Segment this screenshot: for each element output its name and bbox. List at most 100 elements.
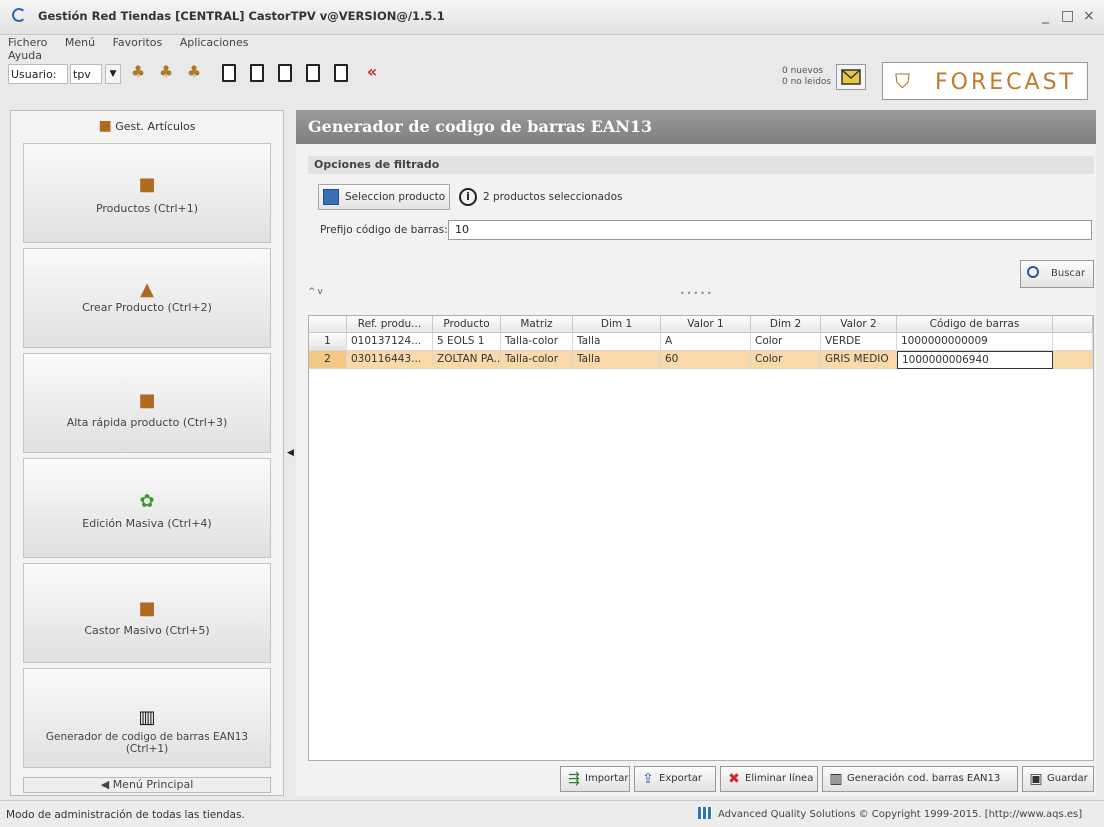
edicion-masiva-button[interactable]: ✿ Edición Masiva (Ctrl+4)	[23, 458, 271, 558]
alta-rapida-button[interactable]: ■ Alta rápida producto (Ctrl+3)	[23, 353, 271, 453]
box-icon: ■	[138, 598, 156, 619]
table-cell-focused[interactable]: 1000000006940	[897, 351, 1053, 369]
table-cell[interactable]: Color	[751, 351, 821, 369]
table-header[interactable]: Producto	[433, 316, 501, 333]
search-button[interactable]: Buscar	[1020, 260, 1094, 288]
barcode-table: Ref. produ... Producto Matriz Dim 1 Valo…	[308, 315, 1094, 761]
messages-counter: 0 nuevos 0 no leidos	[782, 66, 831, 88]
table-cell[interactable]: Talla	[573, 351, 661, 369]
table-cell[interactable]: 010137124...	[347, 333, 433, 351]
selected-info: 2 productos seleccionados	[483, 191, 623, 203]
menu-menu[interactable]: Menú	[65, 36, 95, 49]
prefix-label: Prefijo código de barras:	[320, 224, 448, 236]
table-cell[interactable]: 60	[661, 351, 751, 369]
delete-icon: ✖	[728, 771, 740, 787]
create-product-icon: ▲	[140, 279, 154, 300]
crear-producto-button[interactable]: ▲ Crear Producto (Ctrl+2)	[23, 248, 271, 348]
back-arrows-icon[interactable]: «	[362, 62, 382, 82]
minimize-button[interactable]: _	[1042, 8, 1049, 24]
shield-icon: ⛉	[895, 69, 910, 93]
castor-masivo-button[interactable]: ■ Castor Masivo (Ctrl+5)	[23, 563, 271, 663]
generador-codigo-button-label: Generador de codigo de barras EAN13 (Ctr…	[45, 731, 249, 755]
main-panel: Generador de codigo de barras EAN13 Opci…	[296, 110, 1096, 796]
menu-bar: Fichero Menú Favoritos Aplicaciones Ayud…	[0, 36, 300, 62]
toolbar: Usuario: tpv ▼ ♣ ♣ ♣ « 0 nuevos 0 no lei…	[0, 54, 1104, 106]
table-cell[interactable]: GRIS MEDIO	[821, 351, 897, 369]
splitter-handle-icon[interactable]: •••••	[680, 289, 714, 298]
messages-unread: 0 no leidos	[782, 77, 832, 87]
left-panel-title-text: Gest. Artículos	[115, 120, 196, 133]
forecast-brand: ⛉ FORECAST	[882, 62, 1088, 100]
table-cell[interactable]: Talla-color	[501, 351, 573, 369]
generate-barcodes-button[interactable]: ▥ Generación cod. barras EAN13	[822, 766, 1018, 792]
table-cell[interactable]: VERDE	[821, 333, 897, 351]
crear-producto-button-label: Crear Producto (Ctrl+2)	[82, 301, 212, 314]
document-icon[interactable]	[306, 64, 320, 82]
table-cell[interactable]: Talla-color	[501, 333, 573, 351]
import-button[interactable]: ⇶ Importar	[560, 766, 630, 792]
row-header[interactable]: 2	[309, 351, 347, 369]
table-header[interactable]: Matriz	[501, 316, 573, 333]
user-label: Usuario:	[8, 64, 68, 84]
menu-aplicaciones[interactable]: Aplicaciones	[180, 36, 249, 49]
delete-line-button-label: Eliminar línea	[745, 773, 814, 784]
menu-favoritos[interactable]: Favoritos	[113, 36, 163, 49]
table-cell[interactable]: A	[661, 333, 751, 351]
export-button[interactable]: ⇪ Exportar	[634, 766, 716, 792]
collapse-panel-arrow-icon[interactable]: ◀	[287, 448, 294, 458]
save-button[interactable]: ▣ Guardar	[1022, 766, 1094, 792]
mail-button[interactable]	[836, 64, 866, 90]
document-icon[interactable]	[250, 64, 264, 82]
table-cell[interactable]: 5 EOLS 1	[433, 333, 501, 351]
barcode-icon: ▥	[138, 707, 156, 728]
barcode-icon: ▥	[829, 771, 843, 787]
box-icon: ■	[138, 174, 156, 195]
maximize-button[interactable]: □	[1061, 8, 1074, 24]
edicion-masiva-button-label: Edición Masiva (Ctrl+4)	[82, 517, 212, 530]
main-menu-button[interactable]: ◀ Menú Principal	[23, 777, 271, 793]
menu-fichero[interactable]: Fichero	[8, 36, 47, 49]
table-cell[interactable]: 1000000000009	[897, 333, 1053, 351]
import-button-label: Importar	[585, 773, 629, 784]
status-mode-text: Modo de administración de todas las tien…	[6, 809, 245, 821]
search-icon	[1027, 266, 1039, 278]
select-product-icon	[323, 189, 339, 205]
table-header[interactable]: Código de barras	[897, 316, 1053, 333]
table-header[interactable]: Valor 2	[821, 316, 897, 333]
copyright-text: Advanced Quality Solutions © Copyright 1…	[718, 809, 1083, 820]
select-product-button[interactable]: Seleccion producto	[318, 184, 450, 210]
generador-codigo-button[interactable]: ▥ Generador de codigo de barras EAN13 (C…	[23, 668, 271, 768]
row-header[interactable]: 1	[309, 333, 347, 351]
prefix-input[interactable]: 10	[448, 220, 1092, 240]
castor-masivo-button-label: Castor Masivo (Ctrl+5)	[84, 624, 210, 637]
close-button[interactable]: ×	[1083, 8, 1095, 24]
table-cell[interactable]: Talla	[573, 333, 661, 351]
table-cell[interactable]: 030116443...	[347, 351, 433, 369]
table-header[interactable]: Valor 1	[661, 316, 751, 333]
table-cell[interactable]: ZOLTAN PA...	[433, 351, 501, 369]
collapse-carets-icon[interactable]: ^v	[308, 287, 325, 297]
productos-button[interactable]: ■ Productos (Ctrl+1)	[23, 143, 271, 243]
user-select[interactable]: tpv	[70, 64, 102, 84]
users-group-icon[interactable]: ♣	[156, 62, 176, 82]
gear-icon: ✿	[139, 491, 155, 512]
window-title: Gestión Red Tiendas [CENTRAL] CastorTPV …	[38, 9, 445, 23]
document-icon[interactable]	[278, 64, 292, 82]
delete-line-button[interactable]: ✖ Eliminar línea	[720, 766, 818, 792]
left-panel-title: ■ Gest. Artículos	[11, 111, 283, 141]
chevron-down-icon[interactable]: ▼	[105, 64, 121, 84]
export-button-label: Exportar	[659, 773, 702, 784]
table-cell[interactable]: Color	[751, 333, 821, 351]
status-bar: Modo de administración de todas las tien…	[0, 800, 1104, 827]
info-icon: i	[459, 188, 477, 206]
table-header[interactable]: Dim 1	[573, 316, 661, 333]
document-icon[interactable]	[222, 64, 236, 82]
brand-text: FORECAST	[935, 70, 1076, 95]
document-icon[interactable]	[334, 64, 348, 82]
table-header[interactable]: Ref. produ...	[347, 316, 433, 333]
users-add-icon[interactable]: ♣	[128, 62, 148, 82]
select-product-label: Seleccion producto	[345, 191, 446, 203]
users-remove-icon[interactable]: ♣	[184, 62, 204, 82]
table-header-rownum	[309, 316, 347, 333]
table-header[interactable]: Dim 2	[751, 316, 821, 333]
